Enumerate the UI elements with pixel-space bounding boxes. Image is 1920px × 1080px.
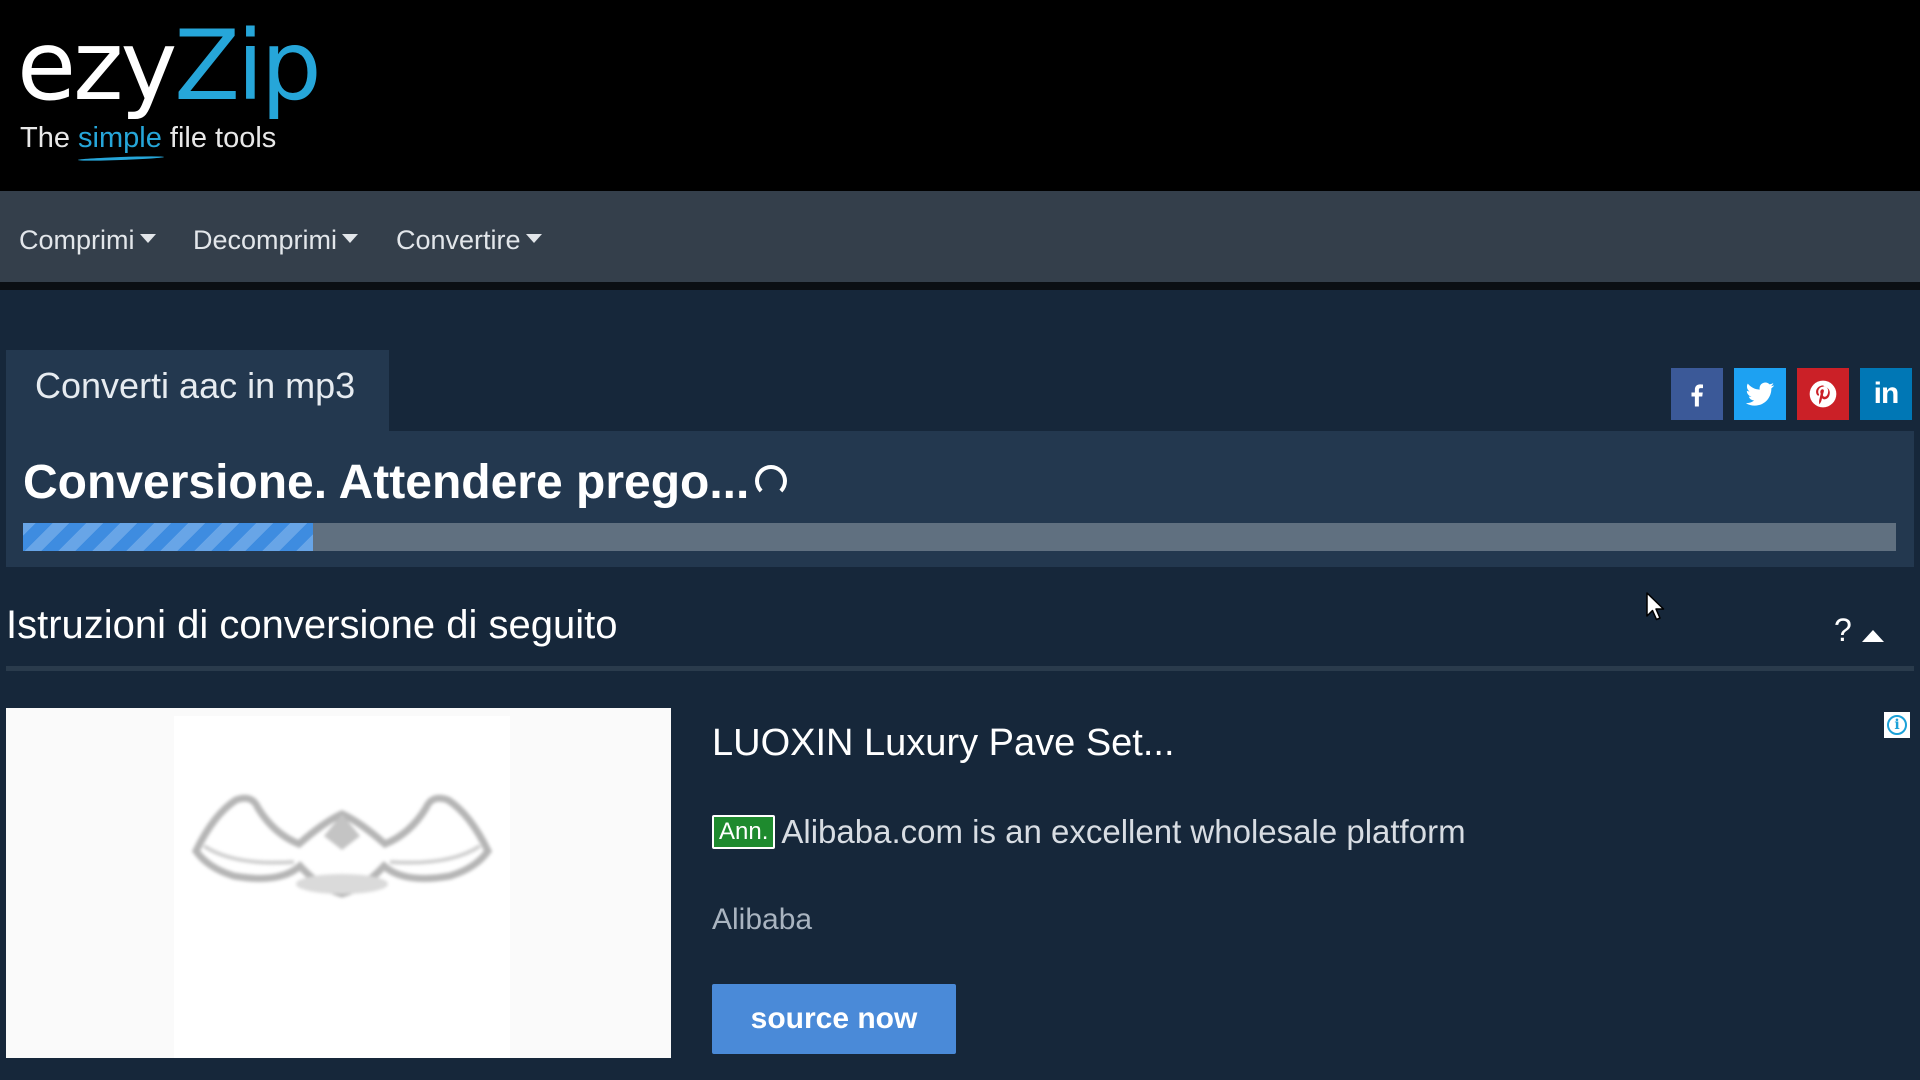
tagline-simple: simple bbox=[78, 122, 162, 154]
progress-bar bbox=[23, 523, 1896, 551]
ad-product-image[interactable] bbox=[6, 708, 671, 1058]
tool-tab-label: Converti aac in mp3 bbox=[35, 365, 356, 406]
ad-source: Alibaba bbox=[712, 903, 813, 936]
conversion-status: Conversione. Attendere prego... bbox=[23, 455, 788, 510]
tagline-pre: The bbox=[20, 122, 79, 154]
instructions-heading: Istruzioni di conversione di seguito bbox=[6, 603, 618, 647]
ezyzip-logo[interactable]: ezyZip The simple file tools bbox=[17, 16, 322, 154]
mouse-cursor-icon bbox=[1646, 592, 1665, 621]
caret-down-icon bbox=[525, 234, 542, 244]
tool-tab: Converti aac in mp3 bbox=[6, 350, 389, 432]
linkedin-icon: in bbox=[1873, 377, 1900, 410]
ad-description-line: Ann. Alibaba.com is an excellent wholesal… bbox=[712, 813, 1466, 851]
nav-convertire-dropdown[interactable]: Convertire bbox=[396, 225, 542, 256]
spinner-icon bbox=[755, 465, 788, 498]
ad-cta-button[interactable]: source now bbox=[712, 984, 956, 1054]
section-divider bbox=[6, 666, 1914, 671]
site-header: ezyZip The simple file tools bbox=[0, 0, 1920, 191]
logo-zip: Zip bbox=[174, 10, 321, 122]
main-navbar: Comprimi Decomprimi Convertire bbox=[0, 191, 1920, 290]
ad-info-button[interactable]: i bbox=[1884, 712, 1910, 738]
nav-convertire-label: Convertire bbox=[396, 225, 521, 255]
nav-decomprimi-dropdown[interactable]: Decomprimi bbox=[193, 225, 359, 256]
progress-bar-fill bbox=[23, 523, 314, 551]
ad-badge: Ann. bbox=[712, 815, 776, 850]
conversion-status-text: Conversione. Attendere prego... bbox=[23, 456, 750, 509]
nav-comprimi-label: Comprimi bbox=[19, 225, 135, 255]
twitter-icon bbox=[1745, 382, 1775, 406]
tiara-image-icon bbox=[191, 794, 493, 898]
logo-wordmark: ezyZip bbox=[17, 16, 322, 116]
linkedin-share-button[interactable]: in bbox=[1860, 368, 1912, 420]
nav-comprimi-dropdown[interactable]: Comprimi bbox=[19, 225, 156, 256]
pinterest-icon bbox=[1809, 380, 1837, 408]
caret-down-icon bbox=[342, 234, 359, 244]
ad-description: Alibaba.com is an excellent wholesale pl… bbox=[781, 813, 1466, 850]
pinterest-share-button[interactable] bbox=[1797, 368, 1849, 420]
info-icon: i bbox=[1887, 715, 1907, 735]
caret-down-icon bbox=[139, 234, 156, 244]
facebook-icon bbox=[1691, 384, 1703, 407]
twitter-share-button[interactable] bbox=[1734, 368, 1786, 420]
ad-image-inner bbox=[174, 716, 510, 1058]
logo-tagline: The simple file tools bbox=[20, 122, 276, 155]
conversion-card: Conversione. Attendere prego... bbox=[6, 431, 1914, 567]
facebook-share-button[interactable] bbox=[1671, 368, 1723, 420]
help-toggle[interactable]: ? bbox=[1834, 612, 1852, 649]
collapse-up-icon[interactable] bbox=[1862, 630, 1884, 642]
ad-title[interactable]: LUOXIN Luxury Pave Set... bbox=[712, 722, 1175, 765]
logo-ezy: ezy bbox=[17, 10, 177, 122]
nav-decomprimi-label: Decomprimi bbox=[193, 225, 338, 255]
tagline-post: file tools bbox=[161, 122, 277, 154]
